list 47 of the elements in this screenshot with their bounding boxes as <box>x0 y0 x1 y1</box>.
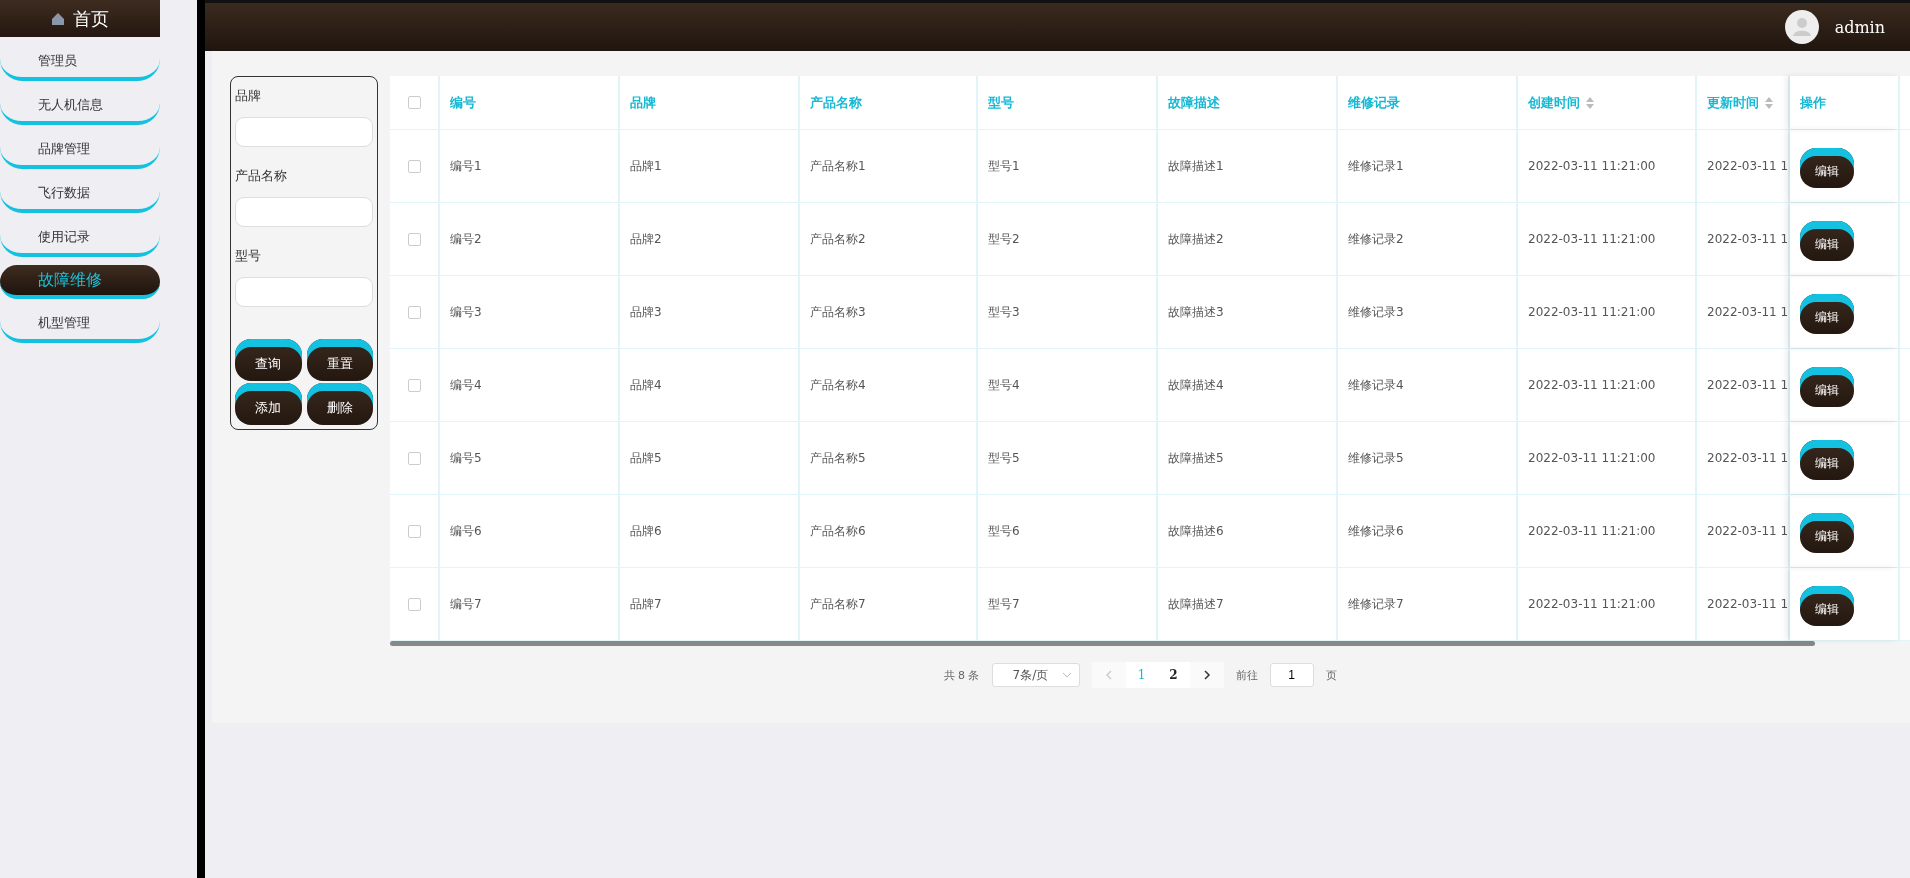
caret-icon <box>1062 672 1071 678</box>
edit-button[interactable]: 编辑 <box>1800 294 1854 334</box>
goto-label: 前往 <box>1235 667 1258 683</box>
home-link[interactable]: 首页 <box>0 0 160 37</box>
total-count: 共 8 条 <box>943 667 980 683</box>
checkbox[interactable] <box>407 96 421 109</box>
input-field[interactable] <box>235 117 373 147</box>
sidebar-item[interactable]: 无人机信息 <box>0 89 160 125</box>
edit-button[interactable]: 编辑 <box>1800 440 1854 480</box>
sidebar-item[interactable]: 使用记录 <box>0 221 160 257</box>
username[interactable]: admin <box>1834 17 1885 37</box>
action-button[interactable]: 添加 <box>235 383 302 425</box>
house-icon <box>51 11 65 26</box>
sidebar-item[interactable]: 机型管理 <box>0 307 160 343</box>
page-size-select[interactable]: 7条/页 <box>991 663 1080 687</box>
edit-button[interactable]: 编辑 <box>1800 148 1854 188</box>
edit-button[interactable]: 编辑 <box>1800 221 1854 261</box>
action-button[interactable]: 删除 <box>306 383 373 425</box>
page-unit: 页 <box>1325 667 1337 683</box>
checkbox[interactable] <box>407 232 421 246</box>
checkbox[interactable] <box>407 159 421 173</box>
field-label: 型号 <box>235 247 262 265</box>
action-button[interactable]: 查询 <box>235 339 302 381</box>
action-button[interactable]: 重置 <box>306 339 373 381</box>
input-field[interactable] <box>235 197 373 227</box>
checkbox[interactable] <box>407 305 421 319</box>
checkbox[interactable] <box>407 451 421 465</box>
sidebar-item[interactable]: 管理员 <box>0 45 160 81</box>
home-label[interactable]: 首页 <box>73 6 109 31</box>
sidebar-item[interactable]: 故障维修 <box>0 265 160 299</box>
checkbox[interactable] <box>407 524 421 538</box>
checkbox[interactable] <box>407 378 421 392</box>
sort-icon[interactable] <box>1586 96 1594 109</box>
page-input[interactable]: 1 <box>1269 663 1314 687</box>
field-label: 品牌 <box>235 87 262 105</box>
sidebar-item[interactable]: 品牌管理 <box>0 133 160 169</box>
input-field[interactable] <box>235 277 373 307</box>
edit-button[interactable]: 编辑 <box>1800 586 1854 626</box>
sort-icon[interactable] <box>1765 96 1773 109</box>
checkbox[interactable] <box>407 597 421 611</box>
avatar-icon[interactable] <box>1784 10 1819 44</box>
edit-button[interactable]: 编辑 <box>1800 513 1854 553</box>
sidebar-item[interactable]: 飞行数据 <box>0 177 160 213</box>
page-button[interactable]: 2 <box>1157 662 1190 688</box>
field-label: 产品名称 <box>235 167 288 185</box>
edit-button[interactable]: 编辑 <box>1800 367 1854 407</box>
scrollbar[interactable] <box>390 641 1815 646</box>
